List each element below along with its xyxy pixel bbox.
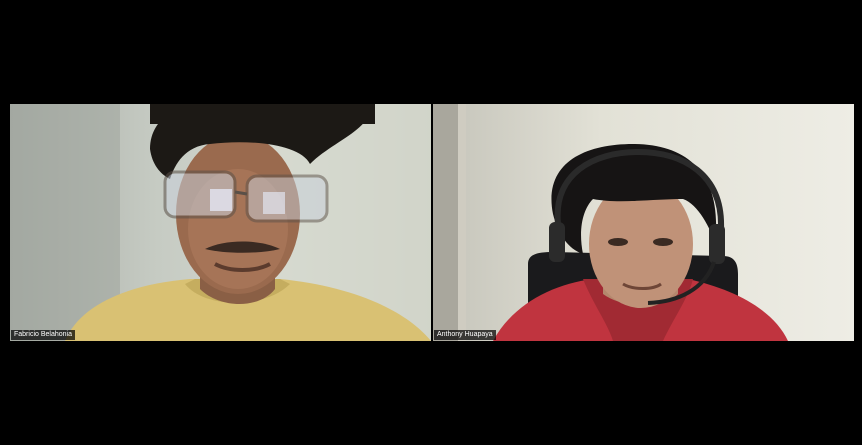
participant-name-label: Anthony Huapaya [434,330,496,340]
participant-name-label: Fabricio Belahonia [11,330,75,340]
participant-video-tile[interactable]: Fabricio Belahonia [10,104,431,341]
participant-video-feed [10,104,431,341]
video-call-gallery: Fabricio Belahonia Anthony Huapaya [0,0,862,445]
participant-video-tile[interactable]: Anthony Huapaya [433,104,854,341]
participant-video-feed [433,104,788,341]
